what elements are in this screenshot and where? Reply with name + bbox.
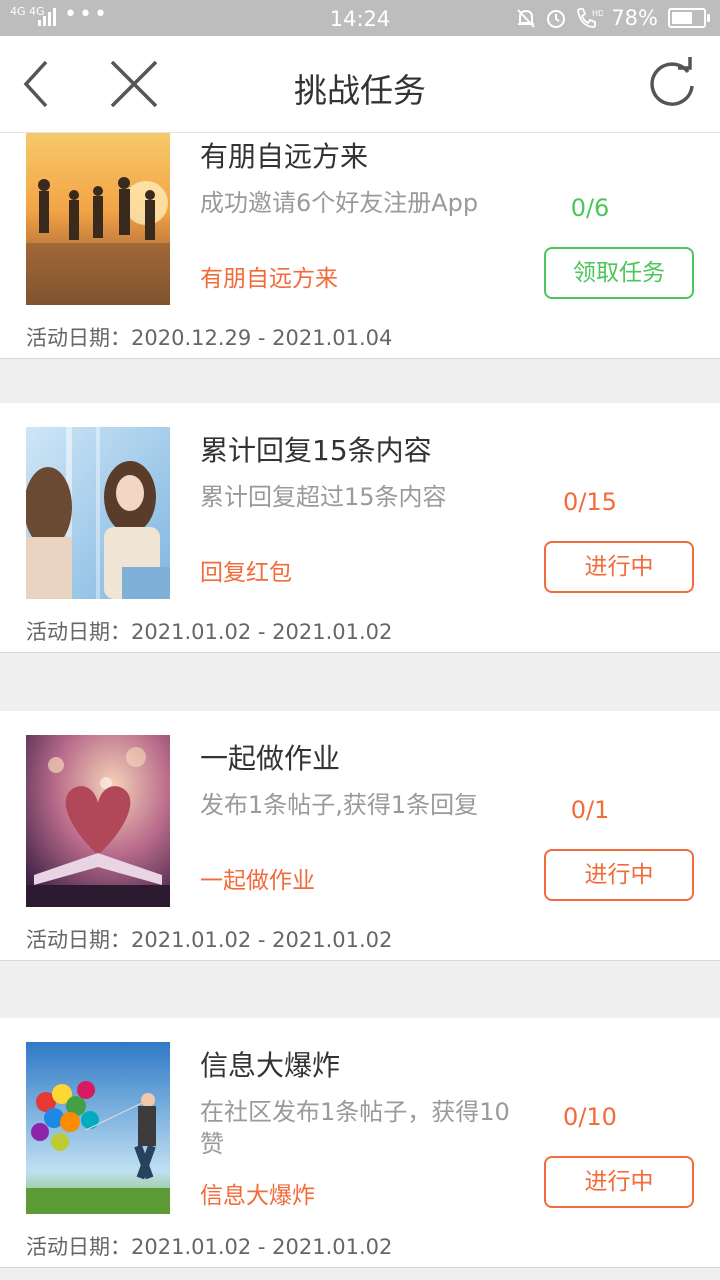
task-title: 累计回复15条内容 (200, 434, 432, 467)
in-progress-button[interactable]: 进行中 (544, 1156, 694, 1208)
battery-level (672, 12, 693, 24)
date-label: 活动日期： (26, 1235, 131, 1259)
task-description: 成功邀请6个好友注册App (200, 189, 479, 217)
task-list[interactable]: 有朋自远方来 成功邀请6个好友注册App 有朋自远方来 0/6 领取任务 活动日… (0, 133, 720, 1280)
date-range: 2021.01.02 - 2021.01.02 (131, 928, 393, 952)
task-image-friends (26, 133, 170, 305)
in-progress-button[interactable]: 进行中 (544, 541, 694, 593)
battery-icon (668, 8, 710, 28)
task-card: 有朋自远方来 成功邀请6个好友注册App 有朋自远方来 0/6 领取任务 活动日… (0, 133, 720, 359)
claim-task-button[interactable]: 领取任务 (544, 247, 694, 299)
date-range: 2021.01.02 - 2021.01.02 (131, 620, 393, 644)
task-tag: 回复红包 (200, 560, 292, 586)
refresh-button[interactable] (644, 56, 700, 112)
task-description: 累计回复超过15条内容 (200, 483, 447, 511)
task-description: 在社区发布1条帖子，获得10赞 (200, 1098, 510, 1158)
task-date: 活动日期：2021.01.02 - 2021.01.02 (26, 1231, 392, 1261)
task-image-balloons (26, 1042, 170, 1214)
task-progress: 0/1 (570, 796, 610, 824)
task-tag: 有朋自远方来 (200, 266, 338, 292)
task-progress: 0/6 (570, 194, 610, 222)
in-progress-button[interactable]: 进行中 (544, 849, 694, 901)
task-card: 信息大爆炸 在社区发布1条帖子，获得10赞 信息大爆炸 0/10 进行中 活动日… (0, 1018, 720, 1268)
task-title: 一起做作业 (200, 742, 341, 775)
date-range: 2020.12.29 - 2021.01.04 (131, 326, 393, 350)
battery-percent: 78% (611, 6, 658, 30)
svg-text:HD: HD (592, 9, 603, 18)
task-description: 发布1条帖子,获得1条回复 (200, 791, 479, 819)
task-tag: 信息大爆炸 (200, 1183, 315, 1209)
date-label: 活动日期： (26, 620, 131, 644)
task-title: 信息大爆炸 (200, 1049, 341, 1082)
mute-bell-icon (517, 9, 536, 28)
date-label: 活动日期： (26, 928, 131, 952)
alarm-icon (547, 10, 566, 28)
refresh-icon (650, 57, 694, 106)
task-tag: 一起做作业 (200, 868, 315, 894)
task-progress: 0/10 (563, 1103, 617, 1131)
task-image-heart-book (26, 735, 170, 907)
task-card: 一起做作业 发布1条帖子,获得1条回复 一起做作业 0/1 进行中 活动日期：2… (0, 711, 720, 961)
date-label: 活动日期： (26, 326, 131, 350)
page-title: 挑战任务 (294, 71, 426, 110)
task-date: 活动日期：2021.01.02 - 2021.01.02 (26, 924, 392, 954)
task-date: 活动日期：2021.01.02 - 2021.01.02 (26, 616, 392, 646)
date-range: 2021.01.02 - 2021.01.02 (131, 1235, 393, 1259)
status-bar: 4G 4G ••• 14:24 HD 78% (0, 0, 720, 36)
task-progress: 0/15 (563, 488, 617, 516)
hd-call-icon: HD (577, 8, 603, 28)
task-image-girls (26, 427, 170, 599)
task-title: 有朋自远方来 (200, 140, 369, 173)
nav-bar: 挑战任务 (0, 36, 720, 133)
task-date: 活动日期：2020.12.29 - 2021.01.04 (26, 322, 392, 352)
task-card: 累计回复15条内容 累计回复超过15条内容 回复红包 0/15 进行中 活动日期… (0, 403, 720, 653)
